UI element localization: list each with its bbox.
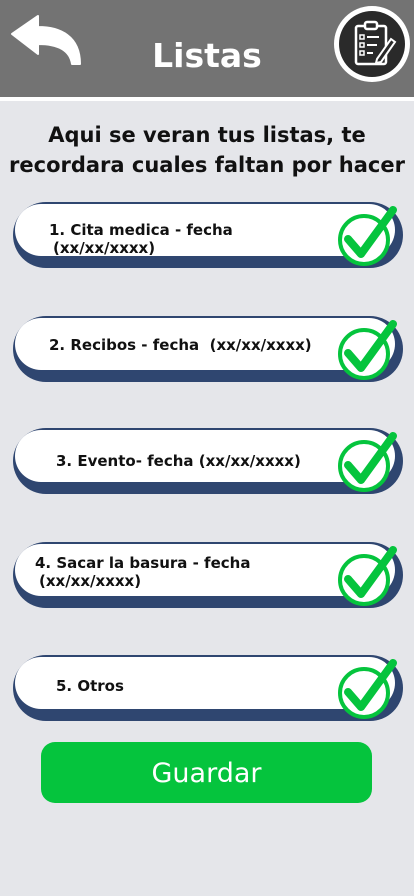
checkmark-icon[interactable] (335, 204, 399, 268)
list-item-date: (xx/xx/xxxx) (39, 572, 142, 590)
clipboard-edit-icon (354, 20, 397, 66)
list-item-text: 4. Sacar la basura - fecha (35, 554, 251, 572)
list-item[interactable]: 3. Evento- fecha (xx/xx/xxxx) (13, 428, 403, 494)
list-item-text: 2. Recibos - fecha (xx/xx/xxxx) (49, 336, 312, 354)
checkmark-icon[interactable] (335, 544, 399, 608)
list-item-label: 1. Cita medica - fecha (xx/xx/xxxx) (49, 221, 329, 257)
list-item-text: 3. Evento- fecha (xx/xx/xxxx) (56, 452, 301, 470)
save-button[interactable]: Guardar (41, 742, 372, 803)
clipboard-icon-bg (339, 11, 405, 77)
list-item-label: 2. Recibos - fecha (xx/xx/xxxx) (49, 336, 339, 354)
clipboard-button[interactable] (334, 6, 410, 82)
list-item-label: 3. Evento- fecha (xx/xx/xxxx) (56, 452, 346, 470)
checkmark-icon[interactable] (335, 318, 399, 382)
checkmark-icon[interactable] (335, 430, 399, 494)
list-item[interactable]: 1. Cita medica - fecha (xx/xx/xxxx) (13, 202, 403, 268)
list-item-text: 5. Otros (56, 677, 124, 695)
list-item[interactable]: 5. Otros (13, 655, 403, 721)
list-item[interactable]: 4. Sacar la basura - fecha (xx/xx/xxxx) (13, 542, 403, 608)
page-description: Aqui se veran tus listas, te recordara c… (9, 123, 405, 177)
list-item-text: 1. Cita medica - fecha (49, 221, 233, 239)
list-item-label: 5. Otros (56, 677, 336, 695)
list-item-label: 4. Sacar la basura - fecha (xx/xx/xxxx) (35, 554, 315, 590)
header-divider (0, 97, 414, 101)
checkmark-icon[interactable] (335, 657, 399, 721)
list-item-date: (xx/xx/xxxx) (53, 239, 156, 257)
list-item[interactable]: 2. Recibos - fecha (xx/xx/xxxx) (13, 316, 403, 382)
